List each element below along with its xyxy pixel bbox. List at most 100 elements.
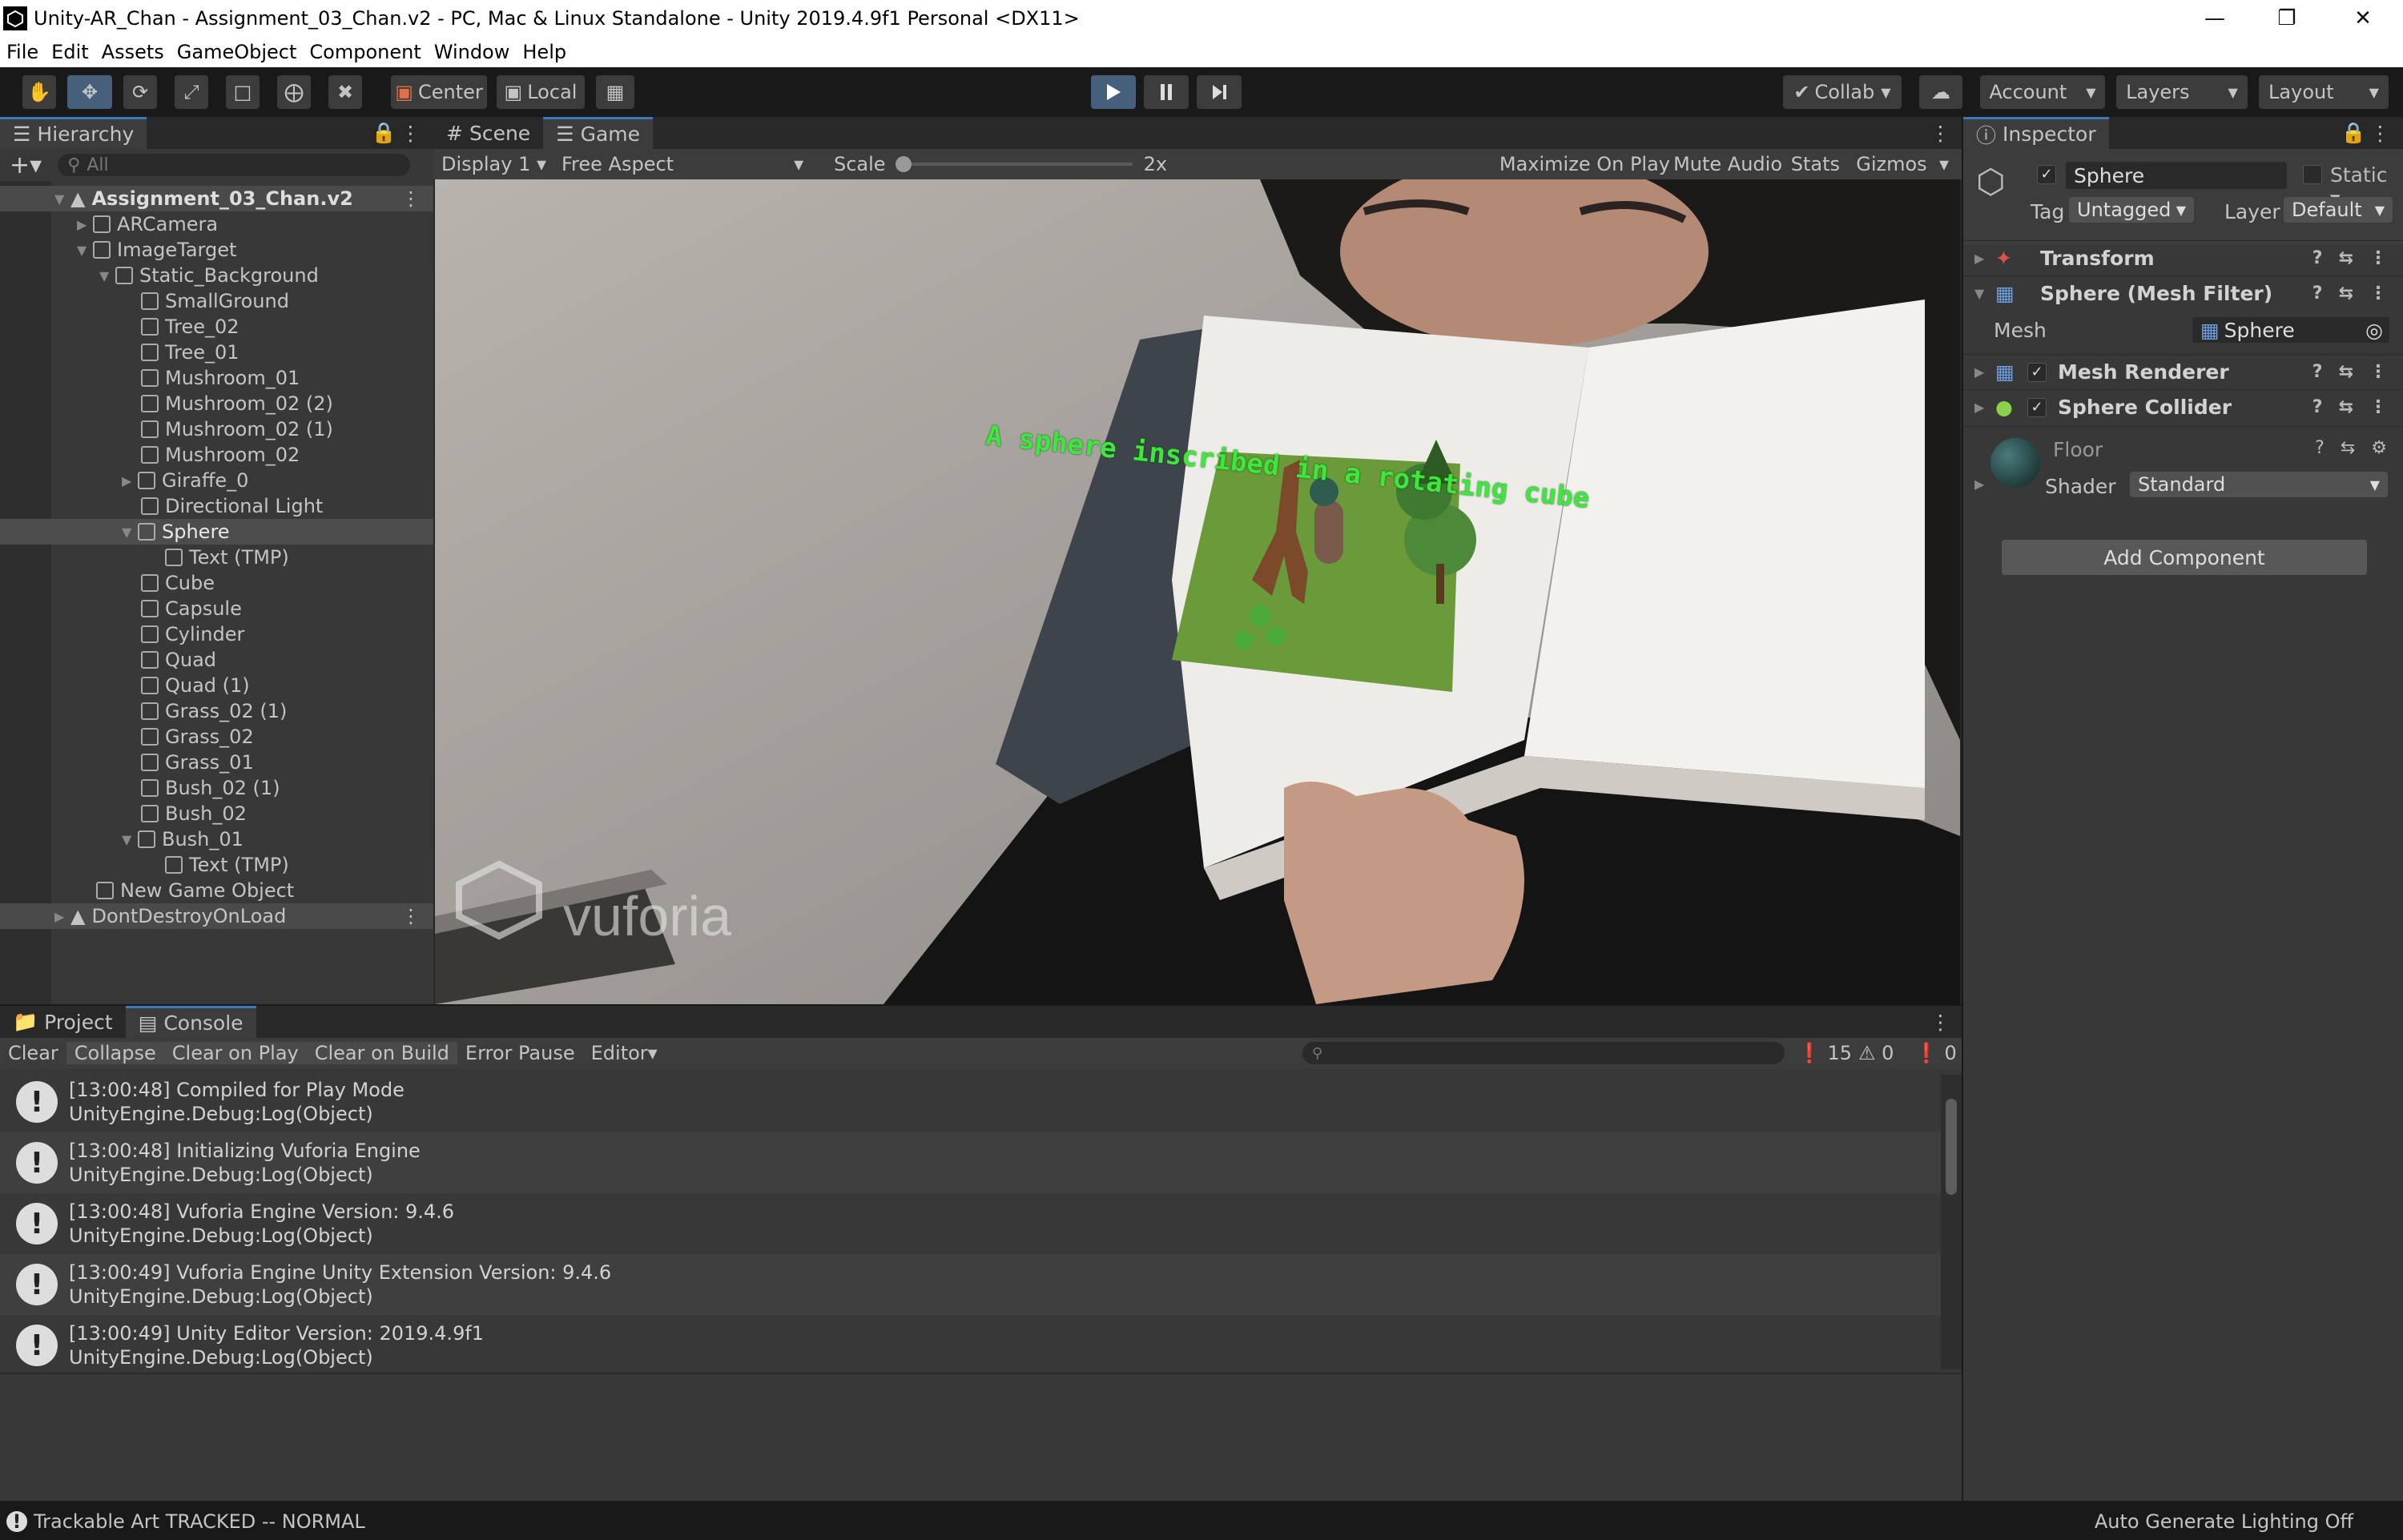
- tab-scene[interactable]: # Scene: [433, 117, 544, 149]
- component-actions[interactable]: ? ⇆ ⋮: [2312, 362, 2387, 382]
- log-count-toggle[interactable]: ❗ 15: [1797, 1042, 1852, 1064]
- hierarchy-item[interactable]: ▼ ImageTarget: [0, 237, 433, 263]
- play-button[interactable]: [1091, 75, 1136, 109]
- mesh-filter-component-header[interactable]: ▼ ▦ Sphere (Mesh Filter)? ⇆ ⋮: [1963, 275, 2403, 311]
- tab-game[interactable]: ☰ Game: [543, 117, 654, 149]
- hierarchy-item[interactable]: Tree_02: [0, 314, 433, 340]
- menu-gameobject[interactable]: GameObject: [171, 41, 304, 63]
- step-button[interactable]: [1197, 75, 1242, 109]
- enabled-checkbox[interactable]: ✓: [2027, 397, 2047, 417]
- tab-project[interactable]: 📁 Project: [0, 1006, 126, 1038]
- hierarchy-item[interactable]: Mushroom_01: [0, 365, 433, 391]
- hierarchy-item[interactable]: ▶ Giraffe_0: [0, 468, 433, 493]
- material-actions[interactable]: ? ⇆ ⚙: [2315, 438, 2387, 458]
- add-component-button[interactable]: Add Component: [2002, 540, 2367, 575]
- kebab-menu-icon[interactable]: ⋮: [1930, 122, 1950, 145]
- hierarchy-item[interactable]: Quad (1): [0, 673, 433, 698]
- layout-dropdown[interactable]: Layout ▼: [2259, 75, 2389, 109]
- lighting-status[interactable]: Auto Generate Lighting Off: [2095, 1510, 2353, 1533]
- tab-inspector[interactable]: ⓘ Inspector: [1963, 117, 2109, 149]
- console-scrollbar[interactable]: [1941, 1075, 1962, 1369]
- pivot-local-button[interactable]: ▣ Local: [497, 75, 585, 109]
- console-entry[interactable]: ! [13:00:49] Unity Editor Version: 2019.4…: [0, 1315, 1941, 1376]
- restore-button[interactable]: ❐: [2251, 0, 2323, 37]
- stats-toggle[interactable]: Stats: [1791, 153, 1840, 175]
- hierarchy-item[interactable]: Tree_01: [0, 340, 433, 365]
- hierarchy-item[interactable]: Grass_01: [0, 750, 433, 775]
- hierarchy-item[interactable]: Grass_02: [0, 724, 433, 750]
- kebab-menu-icon[interactable]: ⋮: [1930, 1011, 1950, 1034]
- collab-dropdown[interactable]: ✔ Collab ▼: [1783, 75, 1902, 109]
- hierarchy-item[interactable]: New Game Object: [0, 878, 433, 903]
- clear-on-build-toggle[interactable]: Clear on Build: [306, 1042, 457, 1064]
- add-icon[interactable]: +▾: [10, 151, 42, 179]
- close-button[interactable]: ✕: [2327, 0, 2399, 37]
- kebab-menu-icon[interactable]: ⋮: [400, 122, 421, 145]
- active-checkbox[interactable]: ✓: [2037, 165, 2056, 184]
- pause-button[interactable]: [1144, 75, 1189, 109]
- error-count-toggle[interactable]: ❗ 0: [1914, 1042, 1957, 1064]
- hierarchy-item[interactable]: ▼ Static_Background: [0, 263, 433, 288]
- hierarchy-item[interactable]: ▼ Bush_01: [0, 826, 433, 852]
- clear-button[interactable]: Clear: [0, 1042, 66, 1064]
- warning-count-toggle[interactable]: ⚠ 0: [1858, 1042, 1894, 1064]
- hierarchy-item[interactable]: Cylinder: [0, 621, 433, 647]
- hierarchy-item[interactable]: SmallGround: [0, 288, 433, 314]
- clear-on-play-toggle[interactable]: Clear on Play: [163, 1042, 307, 1064]
- object-picker-icon[interactable]: ◎: [2365, 319, 2383, 342]
- hand-tool-icon[interactable]: ✋: [22, 75, 56, 109]
- mute-audio-toggle[interactable]: Mute Audio: [1673, 153, 1782, 175]
- menu-edit[interactable]: Edit: [45, 41, 95, 63]
- gizmos-dropdown[interactable]: Gizmos ▾: [1856, 153, 1949, 175]
- hierarchy-item[interactable]: Mushroom_02 (2): [0, 391, 433, 416]
- component-actions[interactable]: ? ⇆ ⋮: [2312, 248, 2387, 268]
- hierarchy-item-selected[interactable]: ▼ Sphere: [0, 519, 433, 545]
- rect-tool-icon[interactable]: □: [226, 75, 260, 109]
- mesh-object-field[interactable]: ▦ Sphere ◎: [2192, 317, 2389, 343]
- hierarchy-item[interactable]: Grass_02 (1): [0, 698, 433, 724]
- hierarchy-item[interactable]: Text (TMP): [0, 545, 433, 570]
- status-message[interactable]: Trackable Art TRACKED -- NORMAL: [34, 1510, 365, 1533]
- tab-console[interactable]: ▤ Console: [125, 1006, 256, 1038]
- layers-dropdown[interactable]: Layers ▼: [2116, 75, 2248, 109]
- tag-dropdown[interactable]: Untagged ▼: [2069, 197, 2194, 223]
- pivot-center-button[interactable]: ▣ Center: [391, 75, 487, 109]
- rotate-tool-icon[interactable]: ⟳: [123, 75, 157, 109]
- snap-icon[interactable]: ▦: [596, 75, 634, 109]
- tab-hierarchy[interactable]: ☰ Hierarchy: [0, 117, 147, 149]
- account-dropdown[interactable]: Account ▼: [1980, 75, 2105, 109]
- menu-window[interactable]: Window: [428, 41, 517, 63]
- shader-dropdown[interactable]: Standard ▼: [2130, 472, 2388, 497]
- layer-dropdown[interactable]: Default ▼: [2284, 197, 2393, 223]
- aspect-dropdown[interactable]: Free Aspect ▾: [562, 153, 818, 175]
- minimize-button[interactable]: —: [2179, 0, 2251, 37]
- game-viewport[interactable]: A sphere inscribed in a rotating cube vu…: [435, 179, 1960, 1004]
- menu-help[interactable]: Help: [516, 41, 573, 63]
- display-dropdown[interactable]: Display 1 ▾: [441, 153, 562, 175]
- move-tool-icon[interactable]: ✥: [67, 75, 112, 109]
- hierarchy-item[interactable]: Quad: [0, 647, 433, 673]
- transform-component-header[interactable]: ▶ ✦ Transform? ⇆ ⋮: [1963, 240, 2403, 275]
- console-entry[interactable]: ! [13:00:49] Vuforia Engine Unity Extensi…: [0, 1254, 1941, 1315]
- lock-icon[interactable]: 🔒: [2341, 121, 2366, 145]
- hierarchy-item[interactable]: Mushroom_02: [0, 442, 433, 468]
- hierarchy-item[interactable]: ▶ ARCamera: [0, 211, 433, 237]
- mesh-renderer-component-header[interactable]: ▶ ▦ ✓ Mesh Renderer? ⇆ ⋮: [1963, 354, 2403, 389]
- editor-dropdown[interactable]: Editor▾: [583, 1042, 666, 1064]
- maximize-on-play-toggle[interactable]: Maximize On Play: [1499, 153, 1670, 175]
- object-name-input[interactable]: Sphere: [2066, 162, 2287, 189]
- static-checkbox[interactable]: [2303, 165, 2322, 184]
- console-search-input[interactable]: ⚲: [1302, 1042, 1785, 1064]
- enabled-checkbox[interactable]: ✓: [2027, 362, 2047, 382]
- cloud-icon[interactable]: ☁: [1919, 75, 1962, 109]
- sphere-collider-component-header[interactable]: ▶ ● ✓ Sphere Collider? ⇆ ⋮: [1963, 389, 2403, 424]
- component-actions[interactable]: ? ⇆ ⋮: [2312, 397, 2387, 417]
- hierarchy-item[interactable]: Capsule: [0, 596, 433, 621]
- console-entry[interactable]: ! [13:00:48] Vuforia Engine Version: 9.4.…: [0, 1193, 1941, 1254]
- ddol-scene-row[interactable]: ▶ ▲ DontDestroyOnLoad ⋮: [0, 903, 433, 929]
- console-entry[interactable]: ! [13:00:48] Initializing Vuforia Engine U…: [0, 1132, 1941, 1193]
- hierarchy-item[interactable]: Text (TMP): [0, 852, 433, 878]
- kebab-menu-icon[interactable]: ⋮: [2370, 122, 2390, 145]
- hierarchy-item[interactable]: Cube: [0, 570, 433, 596]
- scrollbar-thumb[interactable]: [1946, 1099, 1957, 1195]
